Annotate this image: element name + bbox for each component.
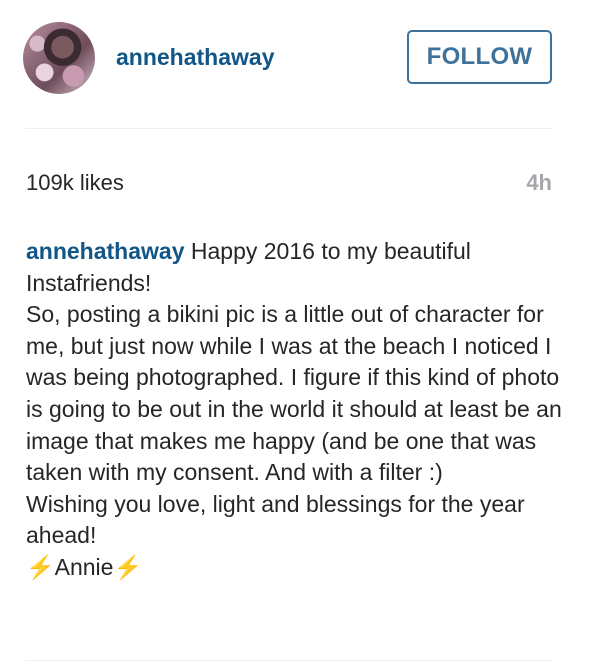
profile-avatar[interactable]: [23, 22, 95, 94]
header-divider: [25, 128, 553, 129]
username-link[interactable]: annehathaway: [116, 44, 275, 71]
follow-button[interactable]: FOLLOW: [407, 30, 552, 84]
caption-username-link[interactable]: annehathaway: [26, 238, 185, 264]
likes-count[interactable]: 109k likes: [26, 170, 124, 196]
caption-text: Happy 2016 to my beautiful Instafriends!…: [26, 238, 562, 580]
footer-divider: [25, 660, 553, 661]
post-caption: annehathaway Happy 2016 to my beautiful …: [26, 236, 566, 584]
post-timestamp: 4h: [526, 170, 552, 195]
post-header: annehathaway FOLLOW: [0, 0, 600, 128]
